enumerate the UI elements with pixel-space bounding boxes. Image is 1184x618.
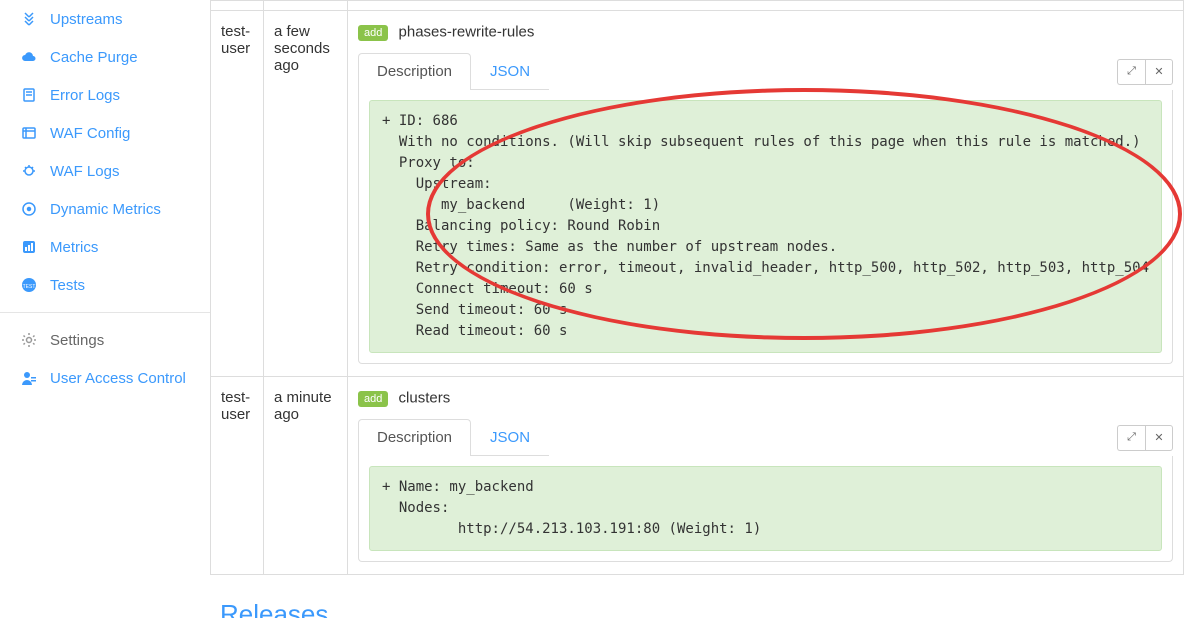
bug-icon	[20, 162, 38, 180]
add-tag: add	[358, 391, 388, 407]
heartbeat-icon	[20, 200, 38, 218]
change-detail: add phases-rewrite-rules Description JSO…	[347, 11, 1183, 377]
chart-icon	[20, 238, 38, 256]
sidebar-item-label: Cache Purge	[50, 49, 138, 66]
change-row: test-user a few seconds ago add phases-r…	[211, 11, 1184, 377]
expand-button[interactable]: ⤢	[1117, 59, 1145, 85]
sidebar-item-error-logs[interactable]: Error Logs	[0, 76, 210, 114]
change-title: phases-rewrite-rules	[399, 24, 535, 41]
change-title: clusters	[399, 390, 451, 407]
sidebar-item-waf-config[interactable]: WAF Config	[0, 114, 210, 152]
sidebar-item-dynamic-metrics[interactable]: Dynamic Metrics	[0, 190, 210, 228]
list-icon	[20, 124, 38, 142]
change-user: test-user	[211, 11, 264, 377]
releases-heading: Releases	[220, 599, 1184, 618]
sidebar-item-cache-purge[interactable]: Cache Purge	[0, 38, 210, 76]
sidebar-item-label: Upstreams	[50, 11, 123, 28]
gear-icon	[20, 331, 38, 349]
add-tag: add	[358, 25, 388, 41]
close-button[interactable]: ✕	[1145, 425, 1173, 451]
change-tabs: Description JSON	[358, 419, 549, 456]
sidebar-item-settings[interactable]: Settings	[0, 321, 210, 359]
sidebar-item-waf-logs[interactable]: WAF Logs	[0, 152, 210, 190]
change-time: a few seconds ago	[264, 11, 348, 377]
close-button[interactable]: ✕	[1145, 59, 1173, 85]
sidebar-item-label: Tests	[50, 277, 85, 294]
upstreams-icon	[20, 10, 38, 28]
change-code: + ID: 686 With no conditions. (Will skip…	[369, 100, 1162, 353]
change-user: test-user	[211, 377, 264, 575]
cloud-icon	[20, 48, 38, 66]
sidebar: Upstreams Cache Purge Error Logs WAF Con…	[0, 0, 210, 618]
svg-text:TEST: TEST	[23, 284, 36, 290]
sidebar-item-label: Error Logs	[50, 87, 120, 104]
tab-description[interactable]: Description	[358, 53, 471, 90]
change-tabs: Description JSON	[358, 53, 549, 90]
tab-json[interactable]: JSON	[471, 53, 549, 89]
sidebar-item-label: Dynamic Metrics	[50, 201, 161, 218]
change-time: a minute ago	[264, 377, 348, 575]
tab-json[interactable]: JSON	[471, 419, 549, 455]
sidebar-item-label: Metrics	[50, 239, 98, 256]
sidebar-item-label: WAF Config	[50, 125, 130, 142]
sidebar-item-upstreams[interactable]: Upstreams	[0, 0, 210, 38]
change-row: test-user a minute ago add clusters Desc…	[211, 377, 1184, 575]
changes-table: test-user a few seconds ago add phases-r…	[210, 0, 1184, 575]
main-content: test-user a few seconds ago add phases-r…	[210, 0, 1184, 618]
file-icon	[20, 86, 38, 104]
sidebar-item-metrics[interactable]: Metrics	[0, 228, 210, 266]
expand-button[interactable]: ⤢	[1117, 425, 1145, 451]
sidebar-item-user-access[interactable]: User Access Control	[0, 359, 210, 397]
tab-description[interactable]: Description	[358, 419, 471, 456]
test-icon: TEST	[20, 276, 38, 294]
user-icon	[20, 369, 38, 387]
sidebar-item-label: Settings	[50, 332, 104, 349]
sidebar-item-label: WAF Logs	[50, 163, 119, 180]
sidebar-divider	[0, 312, 210, 313]
change-detail: add clusters Description JSON ⤢ ✕	[347, 377, 1183, 575]
sidebar-item-label: User Access Control	[50, 370, 186, 387]
sidebar-item-tests[interactable]: TEST Tests	[0, 266, 210, 304]
change-code: + Name: my_backend Nodes: http://54.213.…	[369, 466, 1162, 551]
